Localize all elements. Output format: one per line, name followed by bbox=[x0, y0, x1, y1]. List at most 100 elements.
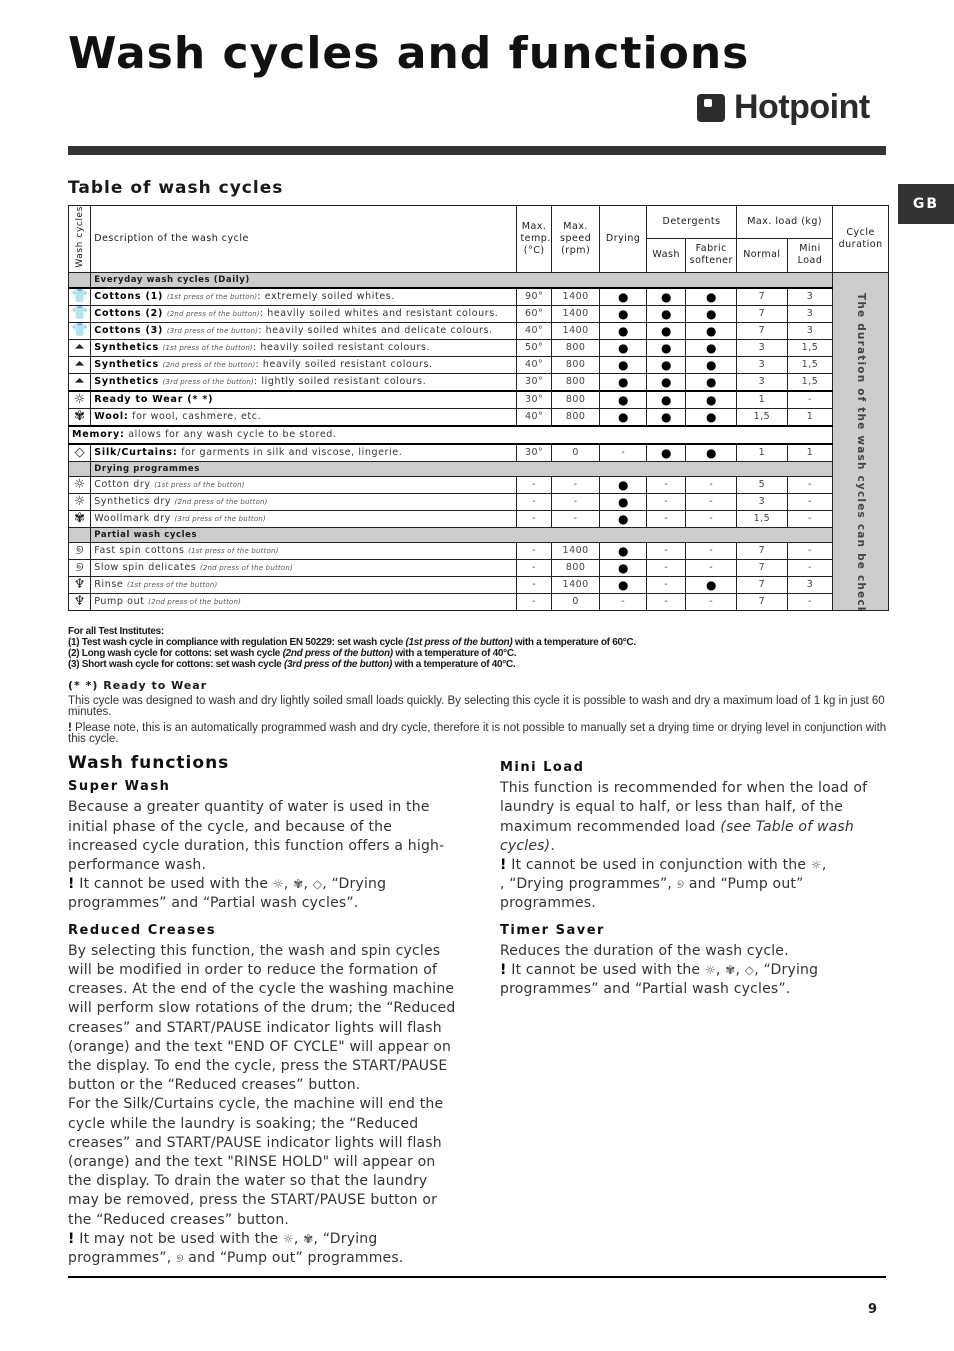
max-temp: 50° bbox=[516, 338, 552, 357]
section-partial: Partial wash cycles bbox=[67, 526, 889, 543]
cycle-name: Wool: bbox=[94, 411, 129, 423]
max-load-normal: 7 bbox=[736, 541, 788, 560]
spin-icon: ୭ bbox=[176, 1251, 184, 1266]
header-wash: Wash bbox=[645, 238, 687, 273]
header-max-speed: Max. speed (rpm) bbox=[550, 205, 601, 273]
max-temp: 30° bbox=[516, 389, 552, 409]
detergent-wash: ● bbox=[645, 321, 687, 340]
section-spacer bbox=[67, 460, 92, 477]
table-row: ☼ Synthetics dry (2nd press of the button… bbox=[67, 492, 889, 511]
cycle-detail: extremely soiled whites. bbox=[264, 291, 395, 303]
cotton-icon: 👕 bbox=[67, 321, 92, 340]
table-row: ⏶ Synthetics (3rd press of the button): l… bbox=[67, 372, 889, 392]
drying: ● bbox=[599, 389, 647, 409]
max-temp: 30° bbox=[516, 372, 552, 392]
section-drying: Drying programmes bbox=[67, 460, 889, 477]
header-drying: Drying bbox=[599, 205, 647, 273]
button-press-note: (1st press of the button) bbox=[162, 344, 253, 353]
max-temp: 60° bbox=[516, 304, 552, 323]
button-press-note: (1st press of the button) bbox=[154, 481, 245, 490]
cycle-name: Synthetics bbox=[94, 342, 159, 354]
header-max-temp: Max. temp. (°C) bbox=[516, 205, 552, 273]
cycle-description: Fast spin cottons (1st press of the butt… bbox=[90, 541, 518, 560]
drying: - bbox=[599, 592, 647, 611]
cycle-description: Cottons (1) (1st press of the button): e… bbox=[90, 286, 518, 306]
header-mini-load: Mini Load bbox=[786, 238, 834, 273]
table-row: 👕 Cottons (2) (2nd press of the button): … bbox=[67, 304, 889, 323]
notes-heading: For all Test Institutes: bbox=[68, 626, 164, 637]
max-load-mini: 1,5 bbox=[786, 372, 834, 392]
body-text: By selecting this function, the wash and… bbox=[68, 942, 456, 1094]
max-temp: 90° bbox=[516, 286, 552, 306]
warning-icon: ! bbox=[68, 876, 75, 893]
button-press-note: (1st press of the button) bbox=[166, 293, 258, 302]
cycle-description: Synthetics dry (2nd press of the button) bbox=[90, 492, 518, 511]
warning-icon: ! bbox=[500, 962, 507, 979]
synthetics-icon: ⏶ bbox=[67, 372, 92, 392]
max-load-normal: 1,5 bbox=[736, 509, 788, 528]
section-spacer bbox=[67, 526, 92, 543]
detergent-wash: ● bbox=[645, 389, 687, 409]
fabric-softener: - bbox=[685, 558, 738, 577]
button-press-note: (2nd press of the button) bbox=[162, 361, 256, 370]
button-press-note: (1st press of the button) bbox=[188, 547, 279, 556]
max-load-mini: 1,5 bbox=[786, 338, 834, 357]
cycle-name: Rinse bbox=[94, 579, 124, 591]
memory-row: Memory: allows for any wash cycle to be … bbox=[67, 424, 889, 445]
ready-to-wear-icon: ☼ bbox=[810, 858, 822, 873]
cycle-name: Cottons (1) bbox=[94, 291, 164, 303]
max-temp: 40° bbox=[516, 355, 552, 374]
separator: : bbox=[255, 359, 263, 371]
note-em: (3rd press of the button) bbox=[283, 659, 392, 670]
fabric-softener: ● bbox=[685, 304, 738, 323]
top-divider bbox=[68, 146, 886, 155]
max-load-normal: 3 bbox=[736, 492, 788, 511]
timer-saver-body: Reduces the duration of the wash cycle. … bbox=[500, 942, 819, 998]
section-label: Partial wash cycles bbox=[90, 526, 834, 543]
table-row: ✾ Wool: for wool, cashmere, etc. 40° 800 ● ● ●… bbox=[67, 407, 889, 427]
table-row: ୭ Slow spin delicates (2nd press of the b… bbox=[67, 558, 889, 577]
fabric-softener: - bbox=[685, 492, 738, 511]
max-load-mini: 1 bbox=[786, 442, 834, 462]
max-load-mini: 3 bbox=[786, 286, 834, 306]
warn-text: , “Drying programmes”, bbox=[500, 876, 677, 893]
cycle-description: Ready to Wear (* *) bbox=[90, 389, 518, 409]
note-line: (3) Short wash cycle for cottons: set wa… bbox=[68, 659, 888, 670]
cycle-name: Cotton dry bbox=[94, 479, 151, 491]
ready-to-wear-icon: ☼ bbox=[272, 877, 284, 892]
drying: ● bbox=[599, 372, 647, 392]
fabric-softener: ● bbox=[685, 389, 738, 409]
fabric-softener: ● bbox=[685, 355, 738, 374]
header-wash-cycles: Wash cycles bbox=[67, 205, 92, 273]
ready-to-wear-icon: ☼ bbox=[67, 389, 92, 409]
detergent-wash: - bbox=[645, 575, 687, 594]
cycle-description: Cotton dry (1st press of the button) bbox=[90, 475, 518, 494]
ready-to-wear-body: This cycle was designed to wash and dry … bbox=[68, 695, 885, 718]
max-load-normal: 5 bbox=[736, 475, 788, 494]
max-speed: - bbox=[550, 475, 601, 494]
drying: ● bbox=[599, 558, 647, 577]
max-load-normal: 7 bbox=[736, 592, 788, 611]
max-temp: - bbox=[516, 509, 552, 528]
cycle-description: Woollmark dry (3rd press of the button) bbox=[90, 509, 518, 528]
section-label: Drying programmes bbox=[90, 460, 834, 477]
cycle-name: Slow spin delicates bbox=[94, 562, 197, 574]
silk-icon: ◇ bbox=[67, 442, 92, 462]
detergent-wash: ● bbox=[645, 407, 687, 427]
detergent-wash: - bbox=[645, 558, 687, 577]
max-load-mini: 1 bbox=[786, 407, 834, 427]
button-press-note: (1st press of the button) bbox=[126, 581, 218, 590]
table-row: ☼ Cotton dry (1st press of the button) - - ●… bbox=[67, 475, 889, 494]
mini-load-body: This function is recommended for when th… bbox=[500, 780, 868, 912]
cycle-name: Synthetics bbox=[94, 359, 159, 371]
header-detergents: Detergents bbox=[645, 204, 738, 240]
memory-label: Memory: bbox=[72, 429, 125, 441]
wool-icon: ✾ bbox=[725, 963, 736, 978]
ready-to-wear-icon: ☼ bbox=[704, 963, 716, 978]
reduced-creases-body: By selecting this function, the wash and… bbox=[68, 942, 456, 1267]
rinse-icon: ♆ bbox=[67, 592, 92, 611]
test-institute-notes: For all Test Institutes: (1) Test wash c… bbox=[68, 626, 888, 670]
synthetics-icon: ⏶ bbox=[67, 338, 92, 357]
table-row: ୭ Fast spin cottons (1st press of the but… bbox=[67, 541, 889, 560]
wool-icon: ✾ bbox=[293, 877, 304, 892]
